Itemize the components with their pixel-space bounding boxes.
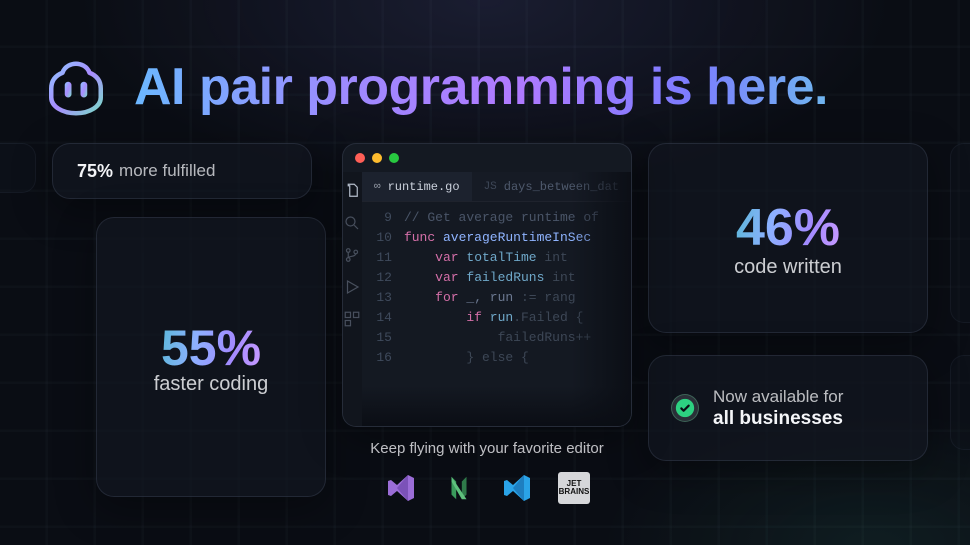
fade-overlay <box>362 386 631 426</box>
vscode-icon <box>500 471 534 505</box>
branch-icon <box>343 246 361 264</box>
stat-faster-label: faster coding <box>154 373 269 396</box>
search-icon <box>343 214 361 232</box>
stat-fulfilled-label: more fulfilled <box>119 161 215 181</box>
window-traffic-lights <box>343 144 631 172</box>
stat-fulfilled-value: 75% <box>77 161 113 182</box>
line-number: 9 <box>362 208 392 228</box>
neovim-icon <box>442 471 476 505</box>
stat-faster-value: 55% <box>161 319 261 377</box>
line-number: 11 <box>362 248 392 268</box>
editor-caption: Keep flying with your favorite editor <box>342 440 632 457</box>
editor-caption-block: Keep flying with your favorite editor JE… <box>342 440 632 505</box>
tab-filename: runtime.go <box>388 180 460 194</box>
hero: AI pair programming is here. <box>40 48 930 125</box>
files-icon <box>343 182 361 200</box>
decorative-panel <box>950 355 970 450</box>
stat-faster-panel: 55% faster coding <box>96 217 326 497</box>
stat-codewritten-value: 46% <box>736 198 840 258</box>
availability-line2: all businesses <box>713 407 843 431</box>
decorative-panel <box>0 143 36 193</box>
availability-line1: Now available for <box>713 386 843 407</box>
minimize-dot-icon <box>372 153 382 163</box>
activity-bar <box>343 172 362 426</box>
line-number: 15 <box>362 328 392 348</box>
extensions-icon <box>343 310 361 328</box>
stat-codewritten-panel: 46% code written <box>648 143 928 333</box>
file-type-icon: JS <box>484 181 497 193</box>
line-number: 13 <box>362 288 392 308</box>
line-number: 10 <box>362 228 392 248</box>
stat-fulfilled-panel: 75% more fulfilled <box>52 143 312 199</box>
hero-title: AI pair programming is here. <box>134 57 828 117</box>
checkmark-icon <box>671 394 699 422</box>
stat-codewritten-label: code written <box>734 256 842 279</box>
decorative-panel <box>950 143 970 323</box>
maximize-dot-icon <box>389 153 399 163</box>
debug-icon <box>343 278 361 296</box>
editor-tab[interactable]: ∞ runtime.go <box>362 172 472 201</box>
line-number: 16 <box>362 348 392 368</box>
visual-studio-icon <box>384 471 418 505</box>
availability-panel: Now available for all businesses <box>648 355 928 461</box>
copilot-icon <box>40 48 112 125</box>
file-type-icon: ∞ <box>374 181 381 193</box>
close-dot-icon <box>355 153 365 163</box>
line-number: 14 <box>362 308 392 328</box>
code-editor-preview: ∞runtime.goJSdays_between_dat 9// Get av… <box>342 143 632 427</box>
jetbrains-icon: JETBRAINS <box>558 472 590 504</box>
line-number: 12 <box>362 268 392 288</box>
